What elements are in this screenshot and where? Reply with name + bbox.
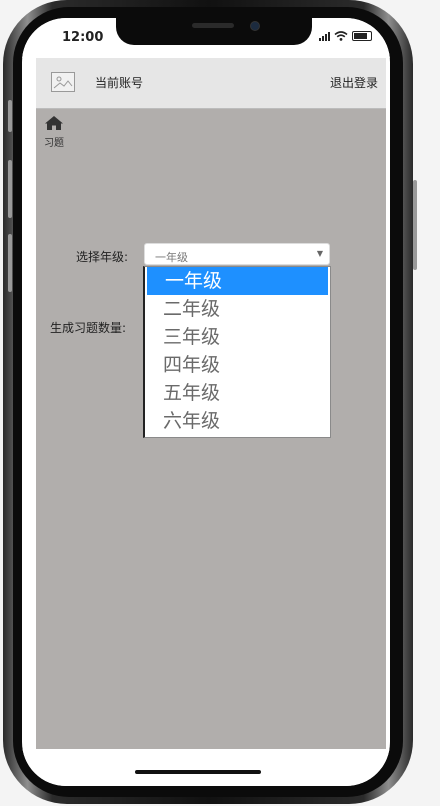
signal-icon <box>319 31 330 41</box>
top-bar: 当前账号 退出登录 <box>36 58 386 109</box>
main-content: 习题 选择年级: 生成习题数量: 一年级 ▼ 一年级 二年级 三年级 四年级 五… <box>36 109 386 749</box>
grade-label: 选择年级: <box>76 250 129 264</box>
grade-option[interactable]: 一年级 <box>147 267 328 295</box>
status-bar: 12:00 <box>22 18 390 58</box>
current-account-label: 当前账号 <box>95 76 144 90</box>
grade-dropdown-list: 一年级 二年级 三年级 四年级 五年级 六年级 <box>143 266 331 438</box>
wifi-icon <box>334 31 348 41</box>
grade-select-value: 一年级 <box>155 251 188 264</box>
grade-option[interactable]: 五年级 <box>145 379 330 407</box>
avatar-image-placeholder-icon <box>51 72 75 92</box>
grade-option[interactable]: 四年级 <box>145 351 330 379</box>
home-indicator[interactable] <box>135 770 261 774</box>
grade-option[interactable]: 二年级 <box>145 295 330 323</box>
chevron-down-icon: ▼ <box>316 249 323 258</box>
speaker <box>192 23 234 28</box>
notch <box>116 18 312 45</box>
status-time: 12:00 <box>62 30 104 45</box>
battery-icon <box>352 31 372 41</box>
nav-exercise-label: 习题 <box>44 138 64 149</box>
grade-option[interactable]: 三年级 <box>145 323 330 351</box>
logout-button[interactable]: 退出登录 <box>330 74 378 91</box>
front-camera <box>250 21 260 31</box>
silent-switch <box>8 100 12 132</box>
grade-select[interactable]: 一年级 ▼ <box>144 243 330 265</box>
home-icon <box>45 116 63 130</box>
grade-option[interactable]: 六年级 <box>145 407 330 435</box>
status-icons <box>319 31 372 41</box>
phone-screen: 12:00 当前账号 退出登录 习题 选择年级: 生成习题数量: 一年级 ▼ 一… <box>22 18 390 786</box>
nav-exercise[interactable]: 习题 <box>40 115 68 149</box>
power-button <box>413 180 417 270</box>
exercise-count-label: 生成习题数量: <box>50 321 127 335</box>
bottom-safe-area <box>22 749 390 786</box>
volume-down-button <box>8 234 12 292</box>
volume-up-button <box>8 160 12 218</box>
